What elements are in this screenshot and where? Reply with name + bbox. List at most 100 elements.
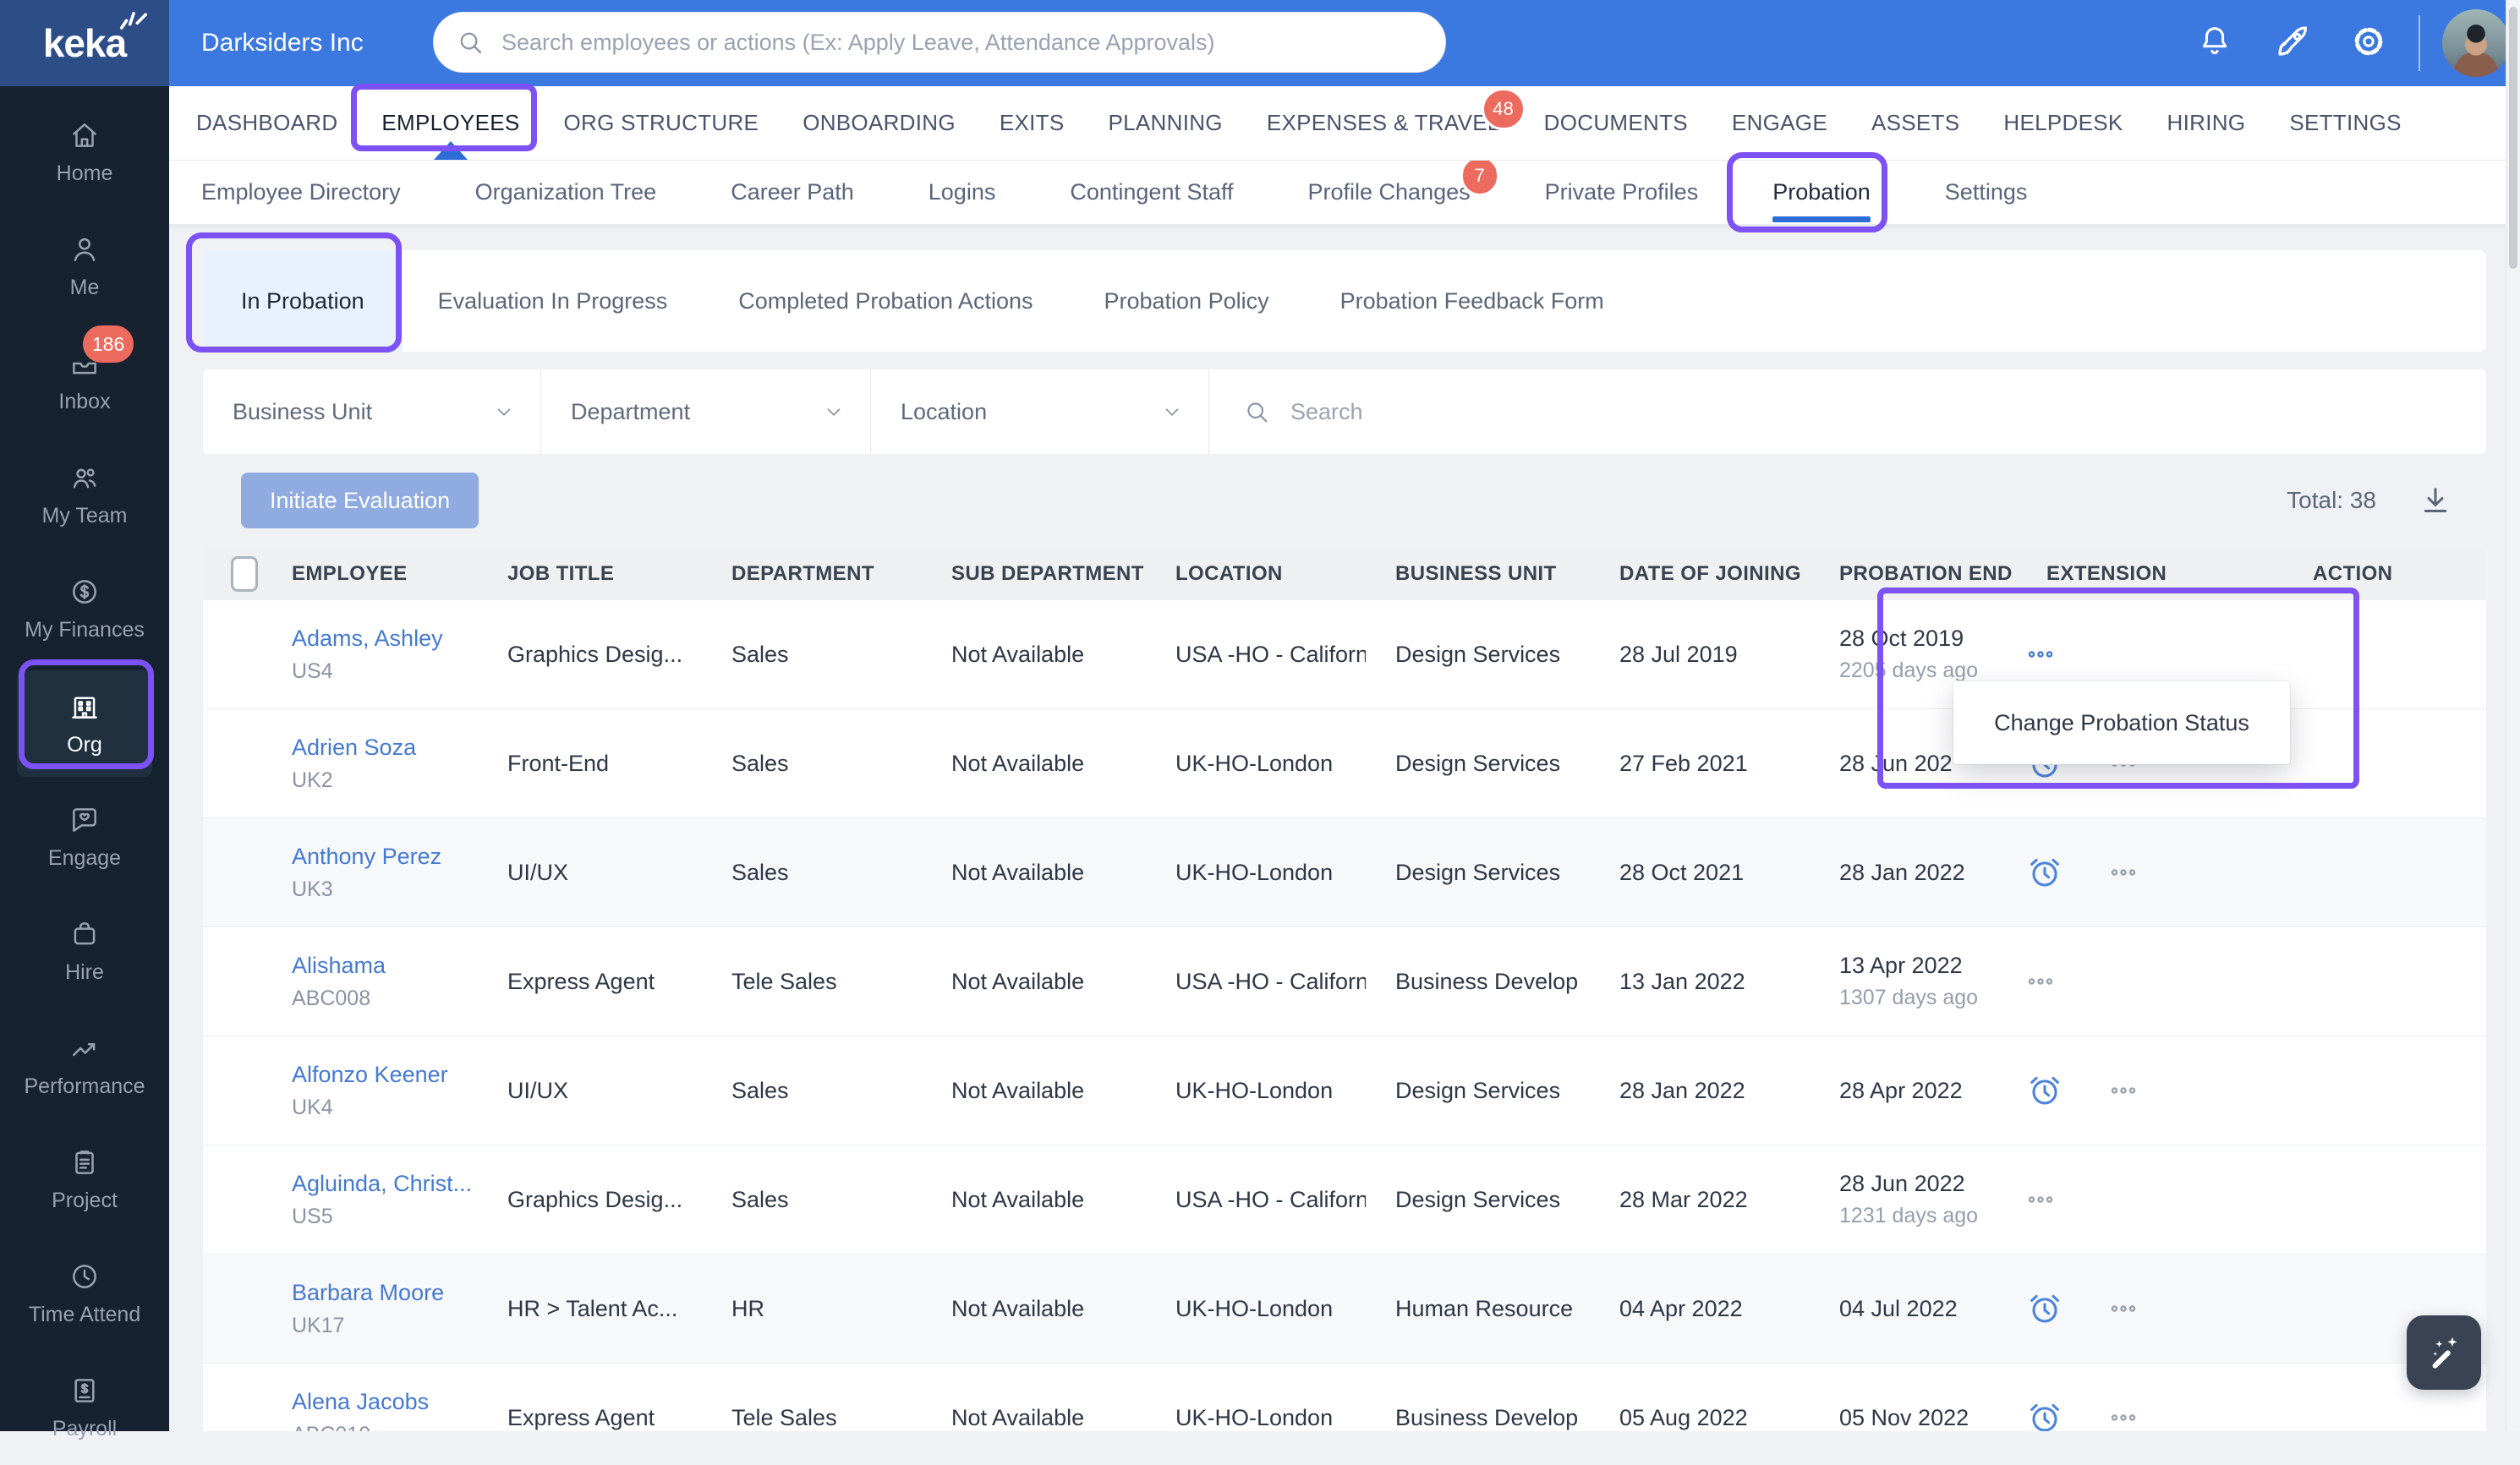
tab-evaluation-in-progress[interactable]: Evaluation In Progress bbox=[403, 250, 704, 352]
table-row: Alfonzo Keener UK4 UI/UX Sales Not Availa… bbox=[203, 1036, 2486, 1145]
nav-exits[interactable]: EXITS bbox=[1000, 110, 1065, 136]
subnav-contingent-staff[interactable]: Contingent Staff bbox=[1070, 179, 1233, 205]
row-actions-menu-icon[interactable] bbox=[2025, 966, 2056, 997]
subnav-career-path[interactable]: Career Path bbox=[731, 179, 854, 205]
days-ago: 1307 days ago bbox=[1839, 986, 1979, 1009]
scrollbar-thumb[interactable] bbox=[2509, 7, 2517, 269]
business-unit-select[interactable]: Business Unit bbox=[203, 369, 541, 454]
tab-probation-feedback-form[interactable]: Probation Feedback Form bbox=[1305, 250, 1640, 352]
keka-logo[interactable]: keka bbox=[0, 0, 169, 86]
employee-link[interactable]: Adams, Ashley bbox=[292, 626, 478, 652]
nav-employees[interactable]: EMPLOYEES bbox=[381, 110, 519, 160]
nav-dashboard[interactable]: DASHBOARD bbox=[196, 110, 337, 136]
sidebar-item-project[interactable]: Project bbox=[0, 1123, 169, 1237]
sidebar-item-payroll[interactable]: Payroll bbox=[0, 1351, 169, 1465]
profile-changes-badge: 7 bbox=[1460, 156, 1499, 196]
payroll-doc-icon bbox=[68, 1375, 101, 1407]
whats-new-rocket-icon[interactable] bbox=[2271, 22, 2312, 63]
row-actions-menu-icon[interactable] bbox=[2108, 1293, 2139, 1324]
subnav-probation[interactable]: Probation bbox=[1772, 179, 1871, 222]
col-location: LOCATION bbox=[1175, 562, 1283, 585]
search-icon bbox=[456, 28, 485, 57]
sidebar: Home Me 186 Inbox My Team My Finances Or… bbox=[0, 86, 169, 1440]
extension-alarm-icon[interactable] bbox=[2025, 1289, 2064, 1328]
department-select[interactable]: Department bbox=[541, 369, 871, 454]
chevron-down-icon bbox=[823, 401, 845, 423]
extension-alarm-icon[interactable] bbox=[2025, 1071, 2064, 1110]
table-row: Anthony Perez UK3 UI/UX Sales Not Availab… bbox=[203, 818, 2486, 927]
sidebar-item-inbox[interactable]: 186 Inbox bbox=[0, 324, 169, 438]
nav-helpdesk[interactable]: HELPDESK bbox=[2003, 110, 2123, 136]
employee-id: UK17 bbox=[292, 1313, 345, 1337]
extension-alarm-icon[interactable] bbox=[2025, 1398, 2064, 1431]
nav-documents[interactable]: DOCUMENTS bbox=[1544, 110, 1688, 136]
nav-planning[interactable]: PLANNING bbox=[1109, 110, 1223, 136]
days-ago: 1231 days ago bbox=[1839, 1204, 1979, 1227]
location-select[interactable]: Location bbox=[871, 369, 1209, 454]
menu-item-change-probation-status[interactable]: Change Probation Status bbox=[1994, 710, 2249, 736]
tab-in-probation[interactable]: In Probation bbox=[203, 250, 403, 352]
nav-settings[interactable]: SETTINGS bbox=[2289, 110, 2401, 136]
notifications-bell-icon[interactable] bbox=[2195, 22, 2234, 61]
sidebar-item-hire[interactable]: Hire bbox=[0, 894, 169, 1009]
clock-icon bbox=[68, 1260, 101, 1293]
sidebar-item-home[interactable]: Home bbox=[0, 96, 169, 210]
subnav-organization-tree[interactable]: Organization Tree bbox=[475, 179, 657, 205]
employee-link[interactable]: Adrien Soza bbox=[292, 735, 478, 761]
employee-link[interactable]: Barbara Moore bbox=[292, 1280, 478, 1306]
assistant-wand-button[interactable] bbox=[2407, 1315, 2481, 1390]
download-icon[interactable] bbox=[2419, 484, 2452, 517]
table-row: Alishama ABC008 Express Agent Tele Sales … bbox=[203, 927, 2486, 1036]
home-icon bbox=[68, 119, 101, 151]
row-actions-menu-icon[interactable] bbox=[2108, 857, 2139, 888]
tab-probation-policy[interactable]: Probation Policy bbox=[1068, 250, 1304, 352]
row-actions-popup: Change Probation Status bbox=[1953, 681, 2290, 764]
sidebar-item-my-finances[interactable]: My Finances bbox=[0, 552, 169, 666]
nav-engage[interactable]: ENGAGE bbox=[1732, 110, 1827, 136]
subnav-private-profiles[interactable]: Private Profiles bbox=[1545, 179, 1699, 205]
subnav-employee-directory[interactable]: Employee Directory bbox=[201, 179, 401, 205]
page-scrollbar[interactable] bbox=[2506, 0, 2520, 1431]
global-search[interactable] bbox=[433, 12, 1446, 73]
user-avatar[interactable] bbox=[2442, 9, 2510, 77]
sidebar-item-engage[interactable]: Engage bbox=[0, 780, 169, 894]
col-date-of-joining: DATE OF JOINING bbox=[1619, 562, 1801, 585]
employee-link[interactable]: Anthony Perez bbox=[292, 844, 478, 870]
sidebar-item-org[interactable]: Org bbox=[17, 670, 152, 777]
initiate-evaluation-button[interactable]: Initiate Evaluation bbox=[241, 473, 479, 528]
sidebar-item-time-attend[interactable]: Time Attend bbox=[0, 1237, 169, 1351]
row-actions-menu-icon[interactable] bbox=[2108, 1402, 2139, 1431]
subnav-settings[interactable]: Settings bbox=[1945, 179, 2028, 205]
table-search[interactable] bbox=[1209, 369, 2486, 454]
nav-onboarding[interactable]: ONBOARDING bbox=[803, 110, 956, 136]
row-actions-menu-icon[interactable] bbox=[2025, 639, 2056, 670]
extension-alarm-icon[interactable] bbox=[2025, 853, 2064, 892]
sidebar-item-me[interactable]: Me bbox=[0, 210, 169, 324]
employee-link[interactable]: Agluinda, Christ... bbox=[292, 1171, 478, 1197]
tab-completed-probation-actions[interactable]: Completed Probation Actions bbox=[703, 250, 1068, 352]
select-all-checkbox[interactable] bbox=[231, 556, 258, 592]
row-actions-menu-icon[interactable] bbox=[2108, 1075, 2139, 1106]
col-employee: EMPLOYEE bbox=[292, 562, 408, 585]
person-icon bbox=[68, 233, 101, 265]
total-count: Total: 38 bbox=[2287, 487, 2376, 513]
sidebar-item-performance[interactable]: Performance bbox=[0, 1009, 169, 1123]
sidebar-item-my-team[interactable]: My Team bbox=[0, 438, 169, 552]
table-search-input[interactable] bbox=[1289, 397, 2486, 426]
global-search-input[interactable] bbox=[500, 28, 1437, 57]
header-divider bbox=[2419, 15, 2420, 71]
employee-id: ABC008 bbox=[292, 986, 371, 1010]
nav-org-structure[interactable]: ORG STRUCTURE bbox=[564, 110, 759, 136]
nav-assets[interactable]: ASSETS bbox=[1871, 110, 1959, 136]
bag-icon bbox=[68, 918, 101, 950]
settings-gear-icon[interactable] bbox=[2349, 22, 2388, 61]
row-actions-menu-icon[interactable] bbox=[2025, 1184, 2056, 1215]
nav-expenses-travel[interactable]: EXPENSES & TRAVEL 48 bbox=[1267, 88, 1526, 136]
subnav-logins[interactable]: Logins bbox=[929, 179, 996, 205]
employee-link[interactable]: Alfonzo Keener bbox=[292, 1062, 478, 1088]
col-sub-department: SUB DEPARTMENT bbox=[951, 562, 1144, 585]
nav-hiring[interactable]: HIRING bbox=[2167, 110, 2246, 136]
employee-link[interactable]: Alena Jacobs bbox=[292, 1389, 478, 1415]
employee-link[interactable]: Alishama bbox=[292, 953, 478, 979]
subnav-profile-changes[interactable]: Profile Changes 7 bbox=[1308, 156, 1499, 205]
